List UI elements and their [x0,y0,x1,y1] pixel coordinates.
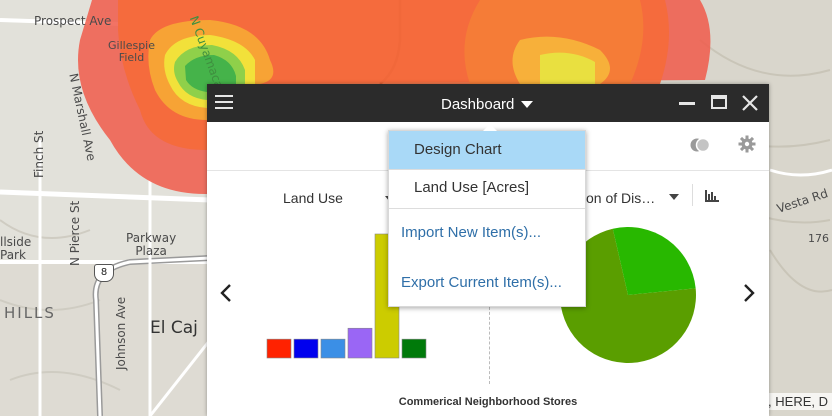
menu-item-design-chart[interactable]: Design Chart [389,131,585,169]
chart-footer-label: Commerical Neighborhood Stores [398,396,578,408]
menu-separator [389,208,585,209]
previous-chart-arrow-icon[interactable] [215,280,237,306]
menu-pointer [483,124,497,131]
right-chart-caret-icon[interactable] [669,194,679,200]
chart-type-bar-icon[interactable] [705,189,719,202]
map-label-hillside-park: llside Park [0,235,32,262]
map-label-prospect-ave: Prospect Ave [34,14,112,28]
dashboard-dropdown-menu: Design Chart Land Use [Acres] Import New… [388,124,586,307]
highway-8-shield: 8 [94,264,114,282]
menu-item-land-use-acres[interactable]: Land Use [Acres] [389,170,585,208]
bar-2[interactable] [320,338,346,359]
chart-toolbar-divider [692,184,693,206]
hamburger-menu-icon[interactable] [215,94,235,110]
map-label-parkway-plaza: Parkway Plaza [126,231,177,258]
dashboard-titlebar: Dashboard [207,84,769,122]
dashboard-title: Dashboard [441,95,515,113]
layers-toggle-icon[interactable] [689,136,711,154]
map-label-n-pierce-st: N Pierce St [68,200,82,266]
menu-item-import-new-items[interactable]: Import New Item(s)... [389,219,585,247]
next-chart-arrow-icon[interactable] [738,280,760,306]
bar-1[interactable] [293,338,319,359]
map-label-176: 176 [808,232,829,245]
left-chart-title: Land Use [283,190,343,206]
right-chart-title: on of Dis… [586,190,656,206]
caret-down-icon [521,100,534,108]
map-label-el-cajon: El Caj [150,318,198,338]
map-label-gillespie-field: Gillespie Field [108,39,155,64]
bar-3[interactable] [347,327,373,359]
close-icon[interactable] [740,93,760,113]
menu-item-export-current-items[interactable]: Export Current Item(s)... [389,269,585,297]
map-attribution: , HERE, D [764,393,832,410]
bar-5[interactable] [401,338,427,359]
map-label-hills: HILLS [4,304,56,322]
minimize-icon[interactable] [677,93,697,113]
gear-icon[interactable] [738,135,756,153]
map-label-finch-st: Finch St [32,130,46,178]
dashboard-title-dropdown[interactable]: Dashboard [441,94,534,114]
maximize-icon[interactable] [709,93,729,113]
bar-0[interactable] [266,338,292,359]
map-label-johnson-ave: Johnson Ave [114,296,128,370]
